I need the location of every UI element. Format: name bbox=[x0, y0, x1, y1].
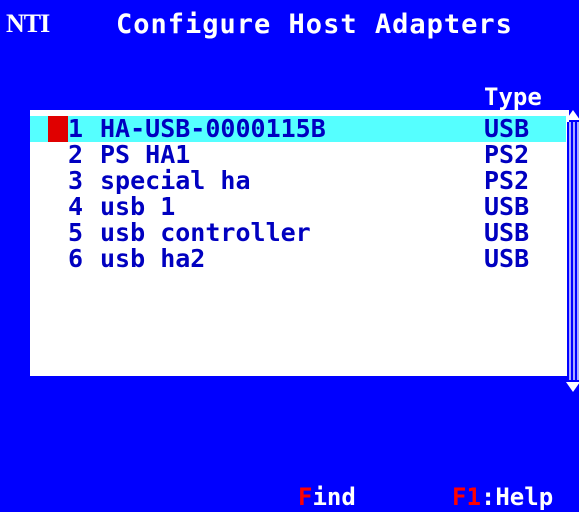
list-item[interactable]: 5 usb controller USB bbox=[30, 220, 566, 246]
item-name: usb controller bbox=[100, 218, 311, 247]
selection-marker-icon bbox=[48, 116, 68, 142]
item-name: special ha bbox=[100, 166, 251, 195]
item-type: USB bbox=[484, 244, 530, 273]
list-item[interactable]: 2 PS HA1 PS2 bbox=[30, 142, 566, 168]
arrow-down-icon[interactable] bbox=[566, 382, 579, 392]
item-number: 1 bbox=[68, 114, 84, 143]
item-type: USB bbox=[484, 192, 530, 221]
list-item[interactable]: 3 special ha PS2 bbox=[30, 168, 566, 194]
help-hotkey: F1 bbox=[452, 483, 481, 511]
item-type: USB bbox=[484, 114, 530, 143]
arrow-up-icon[interactable] bbox=[566, 110, 579, 120]
item-name: usb 1 bbox=[100, 192, 176, 221]
help-label: :Help bbox=[480, 483, 554, 511]
item-number: 3 bbox=[68, 166, 84, 195]
find-hotkey: F bbox=[298, 483, 313, 511]
find-button[interactable]: Find bbox=[298, 484, 356, 510]
item-type: PS2 bbox=[484, 140, 530, 169]
item-name: HA-USB-0000115B bbox=[100, 114, 326, 143]
nti-logo: NTI bbox=[6, 9, 50, 38]
list-item[interactable]: 6 usb ha2 USB bbox=[30, 246, 566, 272]
item-number: 2 bbox=[68, 140, 84, 169]
item-type: USB bbox=[484, 218, 530, 247]
help-button[interactable]: F1:Help bbox=[452, 484, 553, 510]
item-number: 6 bbox=[68, 244, 84, 273]
list-item[interactable]: 1 HA-USB-0000115B USB bbox=[30, 116, 566, 142]
column-header-type: Type bbox=[484, 83, 542, 111]
item-number: 5 bbox=[68, 218, 84, 247]
host-adapter-list: 1 HA-USB-0000115B USB 2 PS HA1 PS2 3 spe… bbox=[30, 110, 569, 376]
page-title: Configure Host Adapters bbox=[116, 9, 513, 40]
item-name: usb ha2 bbox=[100, 244, 206, 273]
list-item[interactable]: 4 usb 1 USB bbox=[30, 194, 566, 220]
scrollbar[interactable] bbox=[567, 122, 579, 380]
find-label: ind bbox=[312, 483, 356, 511]
item-name: PS HA1 bbox=[100, 140, 191, 169]
item-number: 4 bbox=[68, 192, 84, 221]
item-type: PS2 bbox=[484, 166, 530, 195]
